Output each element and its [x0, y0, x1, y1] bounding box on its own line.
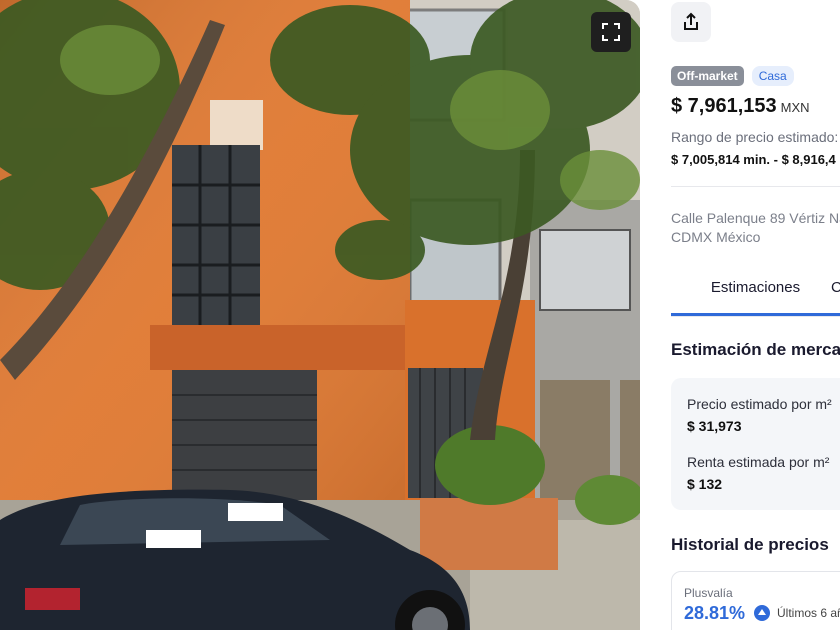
- price-amount: $ 7,961,153: [671, 95, 777, 117]
- price-per-m2-value: $ 31,973: [687, 418, 742, 434]
- tab-bar: Estimaciones C: [671, 272, 840, 317]
- status-badge: Off-market: [671, 66, 744, 86]
- price-per-m2-label: Precio estimado por m²: [687, 396, 832, 412]
- plusvalia-period[interactable]: Últimos 6 añ: [777, 606, 840, 620]
- property-photo[interactable]: [0, 0, 640, 630]
- market-estimate-heading: Estimación de merca: [671, 340, 840, 359]
- rent-per-m2-label: Renta estimada por m²: [687, 454, 830, 470]
- plusvalia-label: Plusvalía: [684, 586, 733, 600]
- arrow-up-icon: [754, 605, 770, 621]
- price-history-heading: Historial de precios: [671, 535, 829, 554]
- tab-estimaciones[interactable]: Estimaciones: [671, 272, 840, 316]
- address: Calle Palenque 89 Vértiz Na CDMX México: [671, 209, 840, 247]
- price-range-value: $ 7,005,814 min. - $ 8,916,4: [671, 152, 836, 167]
- listing-badges: Off-market Casa: [671, 66, 794, 86]
- divider: [671, 186, 840, 187]
- price-range-label: Rango de precio estimado:: [671, 129, 839, 145]
- rent-per-m2-value: $ 132: [687, 476, 723, 492]
- property-type-badge: Casa: [751, 66, 794, 86]
- street-view-image: [0, 0, 640, 630]
- address-line-2: CDMX México: [671, 229, 761, 245]
- listing-price: $ 7,961,153 MXN: [671, 95, 810, 118]
- tab-next[interactable]: C: [831, 272, 840, 304]
- share-icon: [684, 12, 698, 30]
- share-button[interactable]: [671, 2, 711, 42]
- expand-photo-button[interactable]: [591, 12, 631, 52]
- plusvalia-card: Plusvalía 28.81% Últimos 6 añ: [671, 571, 840, 630]
- price-currency: MXN: [780, 100, 810, 115]
- address-line-1: Calle Palenque 89 Vértiz Na: [671, 210, 840, 226]
- plusvalia-value: 28.81%: [684, 603, 746, 623]
- listing-panel: Off-market Casa $ 7,961,153 MXN Rango de …: [640, 0, 840, 630]
- expand-icon: [602, 23, 620, 41]
- market-estimate-card: Precio estimado por m² $ 31,973 Renta es…: [671, 378, 840, 510]
